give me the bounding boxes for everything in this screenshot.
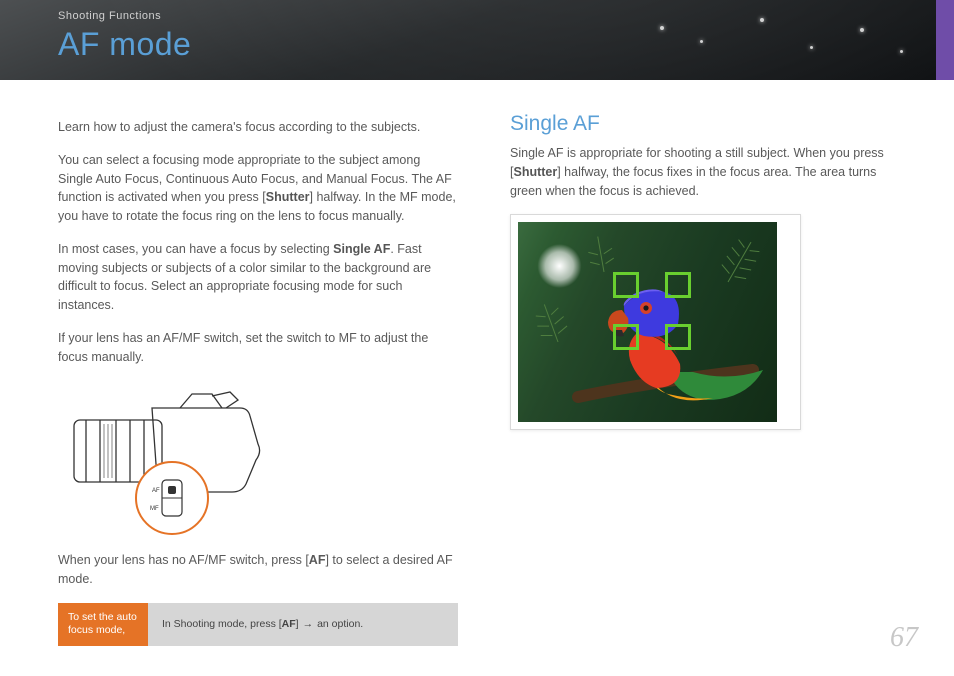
- intro-p2: You can select a focusing mode appropria…: [58, 151, 458, 226]
- intro-p4: If your lens has an AF/MF switch, set th…: [58, 329, 458, 367]
- camera-af-label: AF: [152, 488, 160, 494]
- page-title: AF mode: [58, 26, 191, 63]
- purple-side-tab: [936, 0, 954, 80]
- section-label: Shooting Functions: [58, 10, 161, 22]
- arrow-icon: →: [303, 618, 314, 630]
- manual-page: Shooting Functions AF mode Learn how to …: [0, 0, 954, 676]
- af-symbol: AF: [282, 618, 296, 630]
- instruction-row: To set the auto focus mode, In Shooting …: [58, 603, 458, 646]
- page-number: 67: [890, 622, 918, 654]
- af-symbol: AF: [309, 553, 326, 567]
- single-af-keyword: Single AF: [333, 242, 390, 256]
- preview-frame: [510, 214, 801, 430]
- instruction-body: In Shooting mode, press [AF] → an option…: [148, 603, 458, 646]
- text: In most cases, you can have a focus by s…: [58, 242, 333, 256]
- preview-image: [518, 222, 777, 422]
- camera-mf-label: MF: [150, 506, 159, 512]
- instruction-label: To set the auto focus mode,: [58, 603, 148, 646]
- left-column: Learn how to adjust the camera's focus a…: [58, 118, 458, 646]
- shutter-keyword: Shutter: [266, 190, 310, 204]
- right-column: Single AF Single AF is appropriate for s…: [510, 112, 890, 430]
- shutter-keyword: Shutter: [513, 165, 557, 179]
- text: In Shooting mode, press [: [162, 618, 282, 630]
- text: ]: [296, 618, 299, 630]
- intro-p5: When your lens has no AF/MF switch, pres…: [58, 551, 458, 589]
- single-af-heading: Single AF: [510, 112, 890, 136]
- camera-illustration: AF MF: [62, 386, 282, 536]
- text: an option.: [317, 618, 363, 630]
- text: When your lens has no AF/MF switch, pres…: [58, 553, 309, 567]
- intro-p1: Learn how to adjust the camera's focus a…: [58, 118, 458, 137]
- single-af-p1: Single AF is appropriate for shooting a …: [510, 144, 890, 200]
- intro-p3: In most cases, you can have a focus by s…: [58, 240, 458, 315]
- text: ] halfway, the focus fixes in the focus …: [510, 165, 876, 198]
